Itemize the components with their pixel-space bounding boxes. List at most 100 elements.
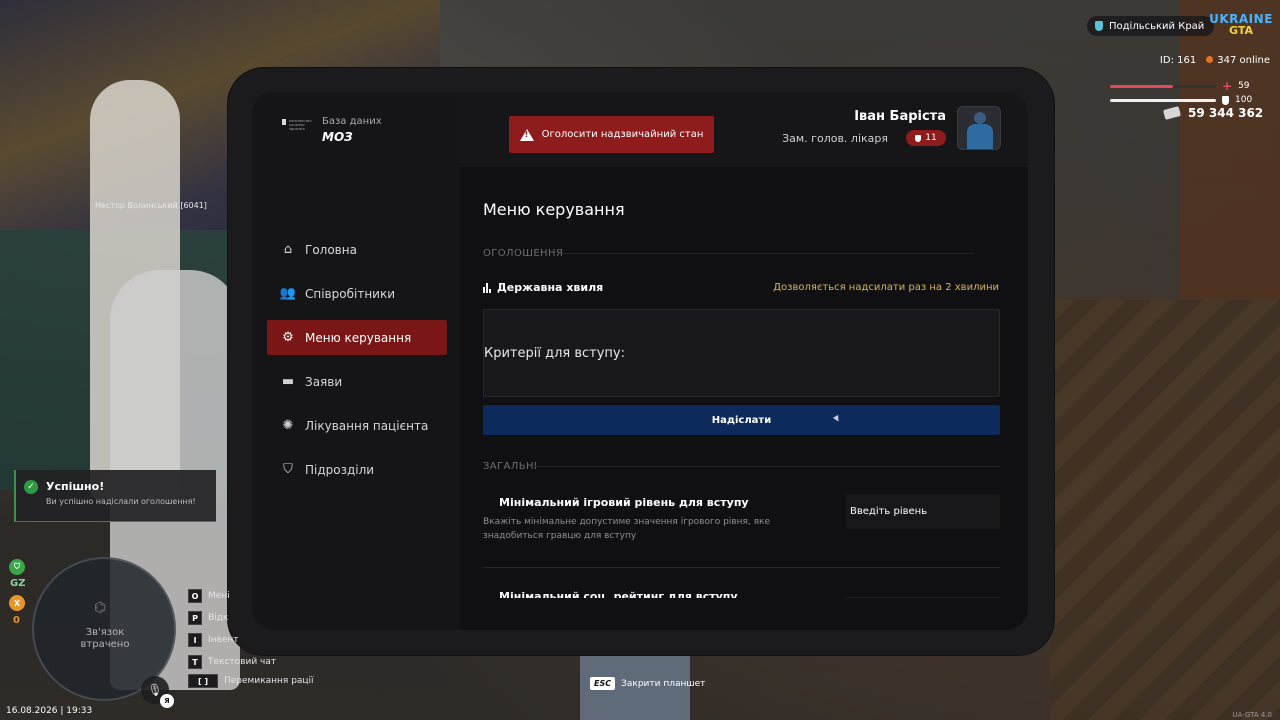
home-icon: ⌂ bbox=[283, 242, 293, 257]
keybind-row: [ ] Перемикання рації bbox=[188, 674, 314, 688]
player-nametag: Нестор Волинський [6041] bbox=[95, 201, 207, 210]
send-button[interactable]: Надіслати bbox=[483, 405, 1000, 435]
min-level-input[interactable]: Введіть рівень bbox=[846, 494, 1000, 529]
declare-emergency-button[interactable]: Оголосити надзвичайний стан bbox=[509, 116, 714, 153]
armor-value: 100 bbox=[1235, 95, 1253, 105]
region-shield-icon bbox=[1095, 21, 1103, 31]
sidebar-item-applications[interactable]: ▬ Заяви bbox=[267, 364, 447, 399]
notification-progress bbox=[16, 521, 216, 522]
avatar bbox=[957, 106, 1001, 150]
tablet-screen: МІНІСТЕРСТВО ОХОРОНИ ЗДОРОВ'Я База даних… bbox=[252, 92, 1028, 630]
section-divider bbox=[562, 253, 974, 254]
health-value: 59 bbox=[1238, 81, 1250, 91]
date-time: 16.08.2026 | 19:33 bbox=[6, 706, 93, 716]
keybind-row: O Мені bbox=[188, 589, 230, 603]
health-readout: + 59 bbox=[1222, 79, 1250, 93]
sidebar-item-departments[interactable]: ⛉ Підрозділи bbox=[267, 452, 447, 487]
notification-title: Успішно! bbox=[46, 480, 105, 493]
wanted-x-icon: X bbox=[9, 595, 25, 611]
chart-bars-icon bbox=[483, 282, 491, 293]
greenzone-shield-icon: ⛉ bbox=[9, 559, 25, 575]
greenzone-label: GZ bbox=[10, 578, 26, 589]
keybind-row: P Відк bbox=[188, 611, 228, 625]
player-id: ID: 161 bbox=[1159, 55, 1197, 66]
declare-emergency-label: Оголосити надзвичайний стан bbox=[541, 129, 704, 140]
sidebar-item-control-menu[interactable]: ⚙ Меню керування bbox=[267, 320, 447, 355]
keycap: P bbox=[188, 611, 202, 625]
keycap: I bbox=[188, 633, 202, 647]
keybind-label: Відк bbox=[208, 613, 229, 623]
rank-value: 11 bbox=[925, 133, 937, 143]
player-id-online: ID: 161 347 online bbox=[1160, 55, 1270, 66]
sidebar-item-patient-treatment[interactable]: ✺ Лікування пацієнта bbox=[267, 408, 447, 443]
armor-shield-icon bbox=[1222, 95, 1229, 105]
success-notification: ✓ Успішно! Ви успішно надіслали оголошен… bbox=[14, 470, 216, 522]
min-level-title: Мінімальний ігровий рівень для вступу bbox=[499, 496, 749, 509]
rank-shield-icon bbox=[915, 134, 922, 142]
language-badge: Я bbox=[160, 694, 174, 708]
close-tablet-hint: ESC Закрити планшет bbox=[590, 677, 705, 690]
sidebar-item-label: Головна bbox=[305, 242, 357, 257]
keybind-label: Інвент bbox=[208, 635, 239, 645]
page-title: Меню керування bbox=[483, 200, 625, 219]
social-rating-input-edge bbox=[846, 597, 1000, 598]
server-logo: UKRAINE GTA bbox=[1209, 10, 1272, 40]
database-label: База даних bbox=[322, 116, 382, 127]
health-bar-fill bbox=[1110, 85, 1173, 88]
section-divider bbox=[535, 466, 1000, 467]
state-wave-label: Державна хвиля bbox=[497, 281, 604, 294]
min-level-description: Вкажіть мінімальне допустиме значення іг… bbox=[483, 517, 770, 541]
sidebar-item-label: Заяви bbox=[305, 374, 343, 389]
section-label-general: ЗАГАЛЬНІ bbox=[483, 461, 538, 472]
cash-icon bbox=[1162, 106, 1182, 120]
health-bar bbox=[1110, 85, 1216, 88]
database-title: МОЗ bbox=[322, 130, 353, 144]
connection-lost-label: Зв'язок втрачено bbox=[80, 627, 130, 650]
armor-bar-fill bbox=[1110, 99, 1216, 102]
sidebar-item-home[interactable]: ⌂ Головна bbox=[267, 232, 447, 267]
esc-keycap: ESC bbox=[590, 677, 616, 690]
background-floor bbox=[1050, 300, 1280, 720]
online-count: 347 online bbox=[1206, 55, 1270, 66]
no-signal-icon: ⌬ bbox=[94, 600, 107, 616]
gear-icon: ⚙ bbox=[282, 330, 294, 345]
health-plus-icon: + bbox=[1222, 79, 1233, 93]
user-name: Іван Баріста bbox=[854, 109, 946, 124]
online-dot-icon bbox=[1206, 56, 1214, 63]
virus-icon: ✺ bbox=[282, 418, 294, 433]
wanted-level: 0 bbox=[13, 615, 20, 626]
sidebar-item-label: Підрозділи bbox=[305, 462, 375, 477]
sidebar-item-label: Співробітники bbox=[305, 286, 396, 301]
sidebar-item-label: Меню керування bbox=[305, 330, 412, 345]
keybind-row: I Інвент bbox=[188, 633, 239, 647]
state-wave-title: Державна хвиля bbox=[483, 281, 603, 294]
announcement-textarea[interactable]: Критерії для вступу: bbox=[483, 309, 1000, 397]
setting-divider bbox=[483, 567, 1000, 568]
min-social-rating-title: Мінімальний соц. рейтинг для вступу bbox=[499, 590, 738, 598]
armor-readout: 100 bbox=[1222, 95, 1252, 105]
region-name: Подільський Край bbox=[1109, 20, 1205, 32]
money-readout: 59 344 362 bbox=[1162, 106, 1264, 120]
rank-badge: 11 bbox=[906, 130, 946, 146]
warning-icon bbox=[519, 128, 534, 141]
main-panel bbox=[460, 167, 1028, 630]
version-label: UA-GTA 4.0 bbox=[1232, 711, 1272, 719]
sidebar-item-employees[interactable]: 👥 Співробітники bbox=[267, 276, 447, 311]
region-chip: Подільський Край bbox=[1087, 16, 1215, 36]
rate-limit-note: Дозволяється надсилати раз на 2 хвилини bbox=[773, 282, 999, 293]
close-tablet-label: Закрити планшет bbox=[621, 678, 706, 689]
keybind-label: Текстовий чат bbox=[208, 657, 277, 667]
keycap: [ ] bbox=[188, 674, 218, 688]
keycap: O bbox=[188, 589, 202, 603]
sidebar-nav: ⌂ Головна 👥 Співробітники ⚙ Меню керуван… bbox=[267, 232, 447, 496]
logo-line2: GTA bbox=[1229, 24, 1253, 37]
notification-text: Ви успішно надіслали оголошення! bbox=[46, 497, 196, 506]
money-value: 59 344 362 bbox=[1188, 106, 1264, 120]
background-door bbox=[1180, 0, 1280, 300]
check-icon: ✓ bbox=[24, 480, 38, 494]
folder-icon: ▬ bbox=[281, 374, 295, 389]
user-role: Зам. голов. лікаря bbox=[782, 132, 888, 145]
keybind-label: Мені bbox=[208, 591, 230, 601]
sidebar-item-label: Лікування пацієнта bbox=[305, 418, 429, 433]
section-label-announcements: ОГОЛОШЕННЯ bbox=[483, 248, 564, 259]
